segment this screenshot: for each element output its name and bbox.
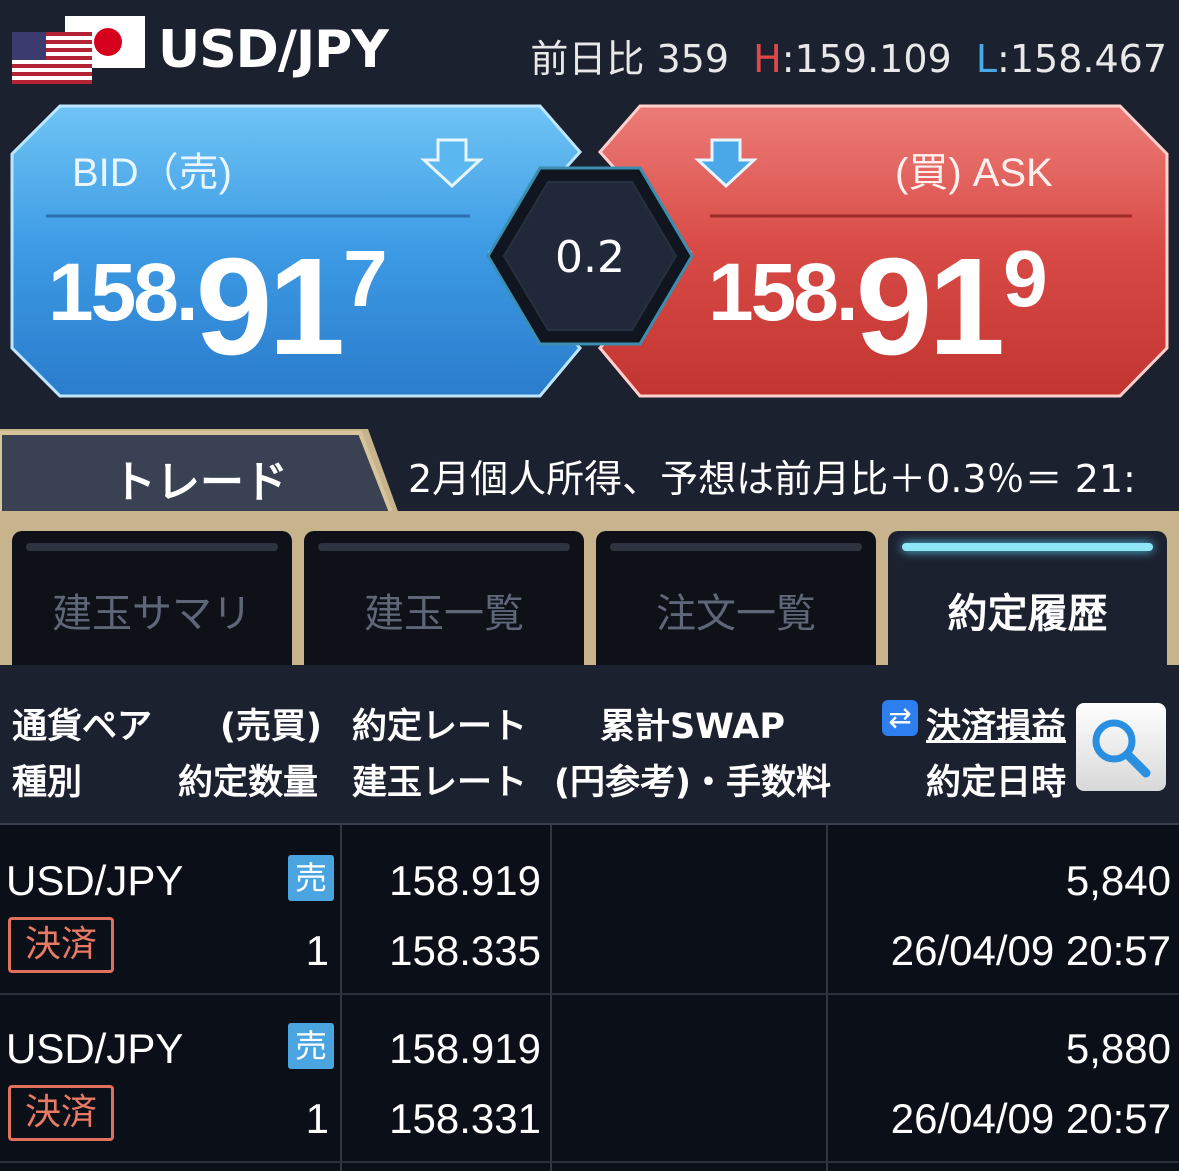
tab-indicator bbox=[318, 543, 570, 551]
table-row[interactable]: USD/JPY 売 決済 1 158.919 158.331 5,880 26/… bbox=[0, 993, 1179, 1163]
tab-indicator-active bbox=[902, 543, 1153, 551]
col-pnl[interactable]: 決済損益 bbox=[926, 698, 1066, 749]
search-button[interactable] bbox=[1076, 703, 1166, 791]
search-icon bbox=[1092, 719, 1151, 778]
pair-title[interactable]: USD/JPY bbox=[158, 20, 389, 80]
swap-toggle-icon[interactable]: ⇄ bbox=[882, 700, 918, 736]
ask-label: (買) ASK bbox=[895, 151, 1053, 195]
ticker-text: 2月個人所得、予想は前月比＋0.3％＝ 21: bbox=[408, 457, 1136, 501]
row-rate: 158.919 bbox=[389, 857, 541, 904]
execution-table: USD/JPY 売 決済 1 158.919 158.335 5,840 26/… bbox=[0, 823, 1179, 1171]
row-qty: 1 bbox=[305, 1095, 329, 1142]
row-pos-rate: 158.331 bbox=[389, 1095, 541, 1142]
row-qty: 1 bbox=[305, 927, 329, 974]
change-label: 前日比 bbox=[530, 37, 645, 81]
tab-label: 建玉一覧 bbox=[364, 591, 524, 637]
tab-label: 約定履歴 bbox=[947, 591, 1108, 637]
col-pair: 通貨ペア bbox=[12, 707, 153, 747]
price-stats: 前日比 359 H:159.109 L:158.467 bbox=[530, 37, 1167, 81]
row-datetime: 26/04/09 20:57 bbox=[890, 1095, 1171, 1142]
col-rate: 約定レート bbox=[352, 707, 528, 747]
col-side: (売買) bbox=[220, 707, 322, 747]
row-pnl: 5,880 bbox=[1065, 1025, 1171, 1072]
bid-price-pip: 7 bbox=[343, 234, 388, 323]
col-pos-rate: 建玉レート bbox=[352, 763, 528, 803]
col-qty: 約定数量 bbox=[178, 763, 319, 803]
bid-price-main: 158. bbox=[48, 247, 199, 338]
col-type: 種別 bbox=[12, 763, 83, 803]
side-badge: 売 bbox=[288, 855, 334, 901]
news-ticker[interactable]: 2月個人所得、予想は前月比＋0.3％＝ 21: bbox=[404, 430, 1179, 512]
tab-position-list[interactable]: 建玉一覧 bbox=[304, 531, 584, 665]
change-value: 359 bbox=[656, 37, 729, 81]
ask-price-main: 158. bbox=[708, 247, 859, 338]
row-pnl: 5,840 bbox=[1065, 857, 1171, 904]
usd-jpy-flags-icon bbox=[12, 16, 145, 84]
bid-price[interactable]: 158.917 bbox=[48, 238, 388, 376]
col-swap-sub: (円参考)・手数料 bbox=[554, 763, 831, 803]
ask-price-pip: 9 bbox=[1003, 234, 1048, 323]
type-badge: 決済 bbox=[8, 917, 114, 973]
spread-value: 0.2 bbox=[555, 232, 625, 283]
row-pair: USD/JPY bbox=[6, 1025, 184, 1072]
side-badge: 売 bbox=[288, 1023, 334, 1069]
high-value: 159.109 bbox=[794, 37, 952, 81]
tab-execution-history[interactable]: 約定履歴 bbox=[888, 531, 1167, 665]
row-pair: USD/JPY bbox=[6, 857, 184, 904]
row-pos-rate: 158.335 bbox=[389, 927, 541, 974]
ask-price[interactable]: 158.919 bbox=[708, 238, 1048, 376]
row-rate: 158.919 bbox=[389, 1025, 541, 1072]
trade-tab-label: トレード bbox=[112, 457, 288, 508]
tab-indicator bbox=[610, 543, 862, 551]
bid-label: BID（売) bbox=[72, 151, 232, 195]
high-label: H bbox=[753, 37, 782, 81]
tab-label: 建玉サマリ bbox=[52, 591, 252, 637]
col-swap: 累計SWAP bbox=[600, 707, 785, 747]
tab-position-summary[interactable]: 建玉サマリ bbox=[12, 531, 292, 665]
col-datetime: 約定日時 bbox=[926, 763, 1067, 803]
low-value: 158.467 bbox=[1009, 37, 1167, 81]
low-label: L bbox=[975, 37, 998, 81]
ask-price-big: 91 bbox=[855, 230, 1005, 384]
bid-price-big: 91 bbox=[195, 230, 345, 384]
tab-indicator bbox=[26, 543, 278, 551]
table-row[interactable]: USD/JPY 売 決済 1 158.919 158.335 5,840 26/… bbox=[0, 825, 1179, 995]
tab-label: 注文一覧 bbox=[656, 591, 816, 637]
type-badge: 決済 bbox=[8, 1085, 114, 1141]
tab-order-list[interactable]: 注文一覧 bbox=[596, 531, 876, 665]
row-datetime: 26/04/09 20:57 bbox=[890, 927, 1171, 974]
